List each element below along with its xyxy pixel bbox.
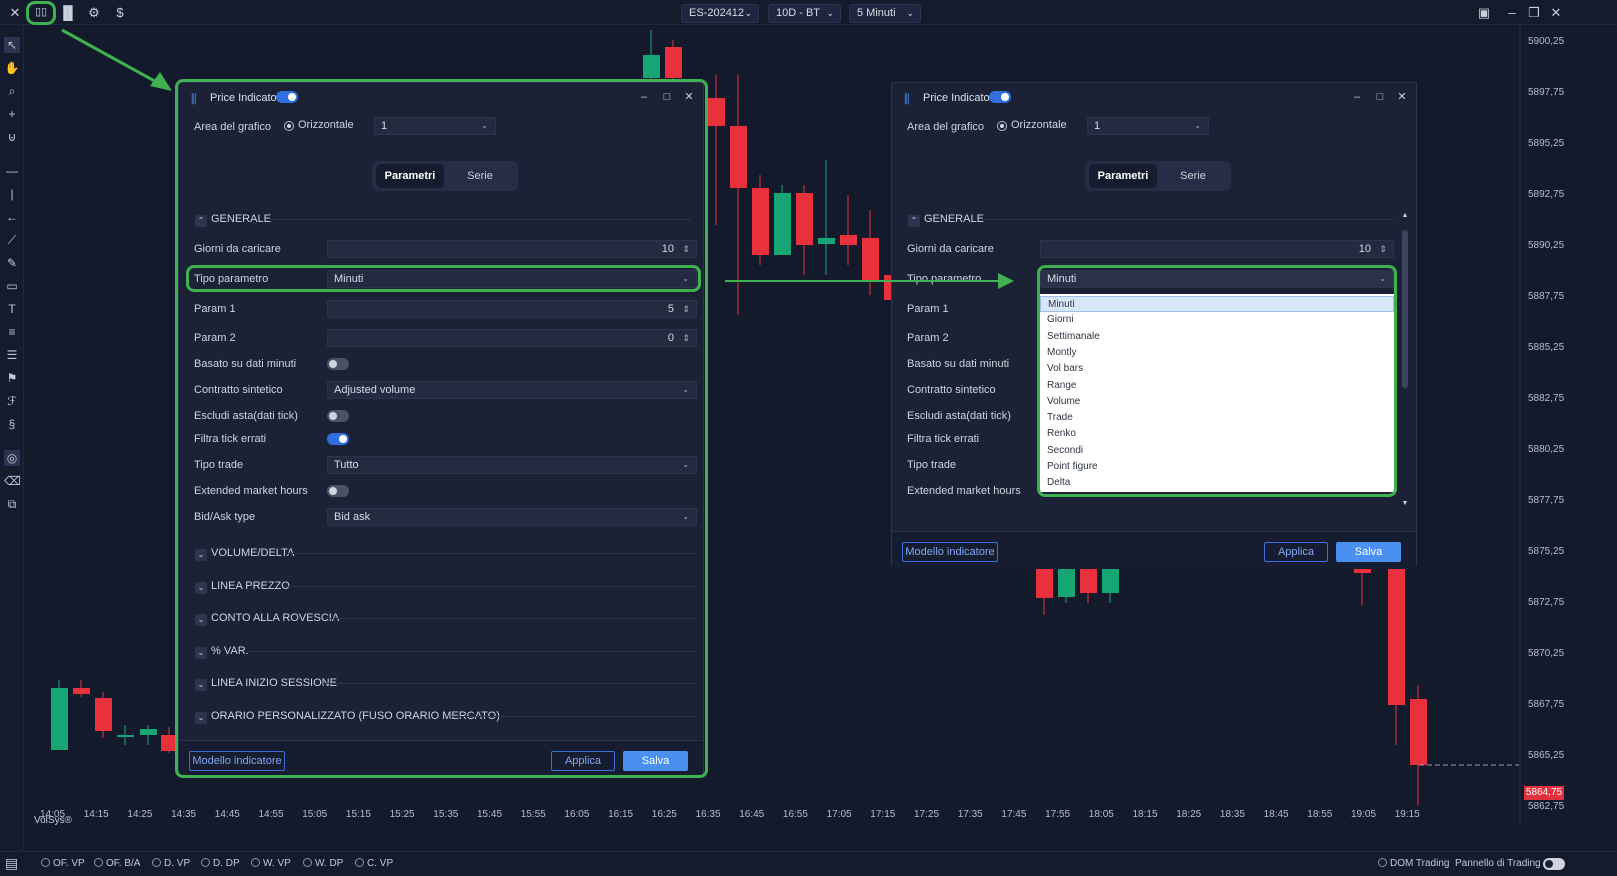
arrow-head-2 <box>998 273 1014 289</box>
annotation-arrows <box>61 28 1014 289</box>
arrow-line-1 <box>61 28 161 86</box>
arrow-head-1 <box>150 72 172 91</box>
